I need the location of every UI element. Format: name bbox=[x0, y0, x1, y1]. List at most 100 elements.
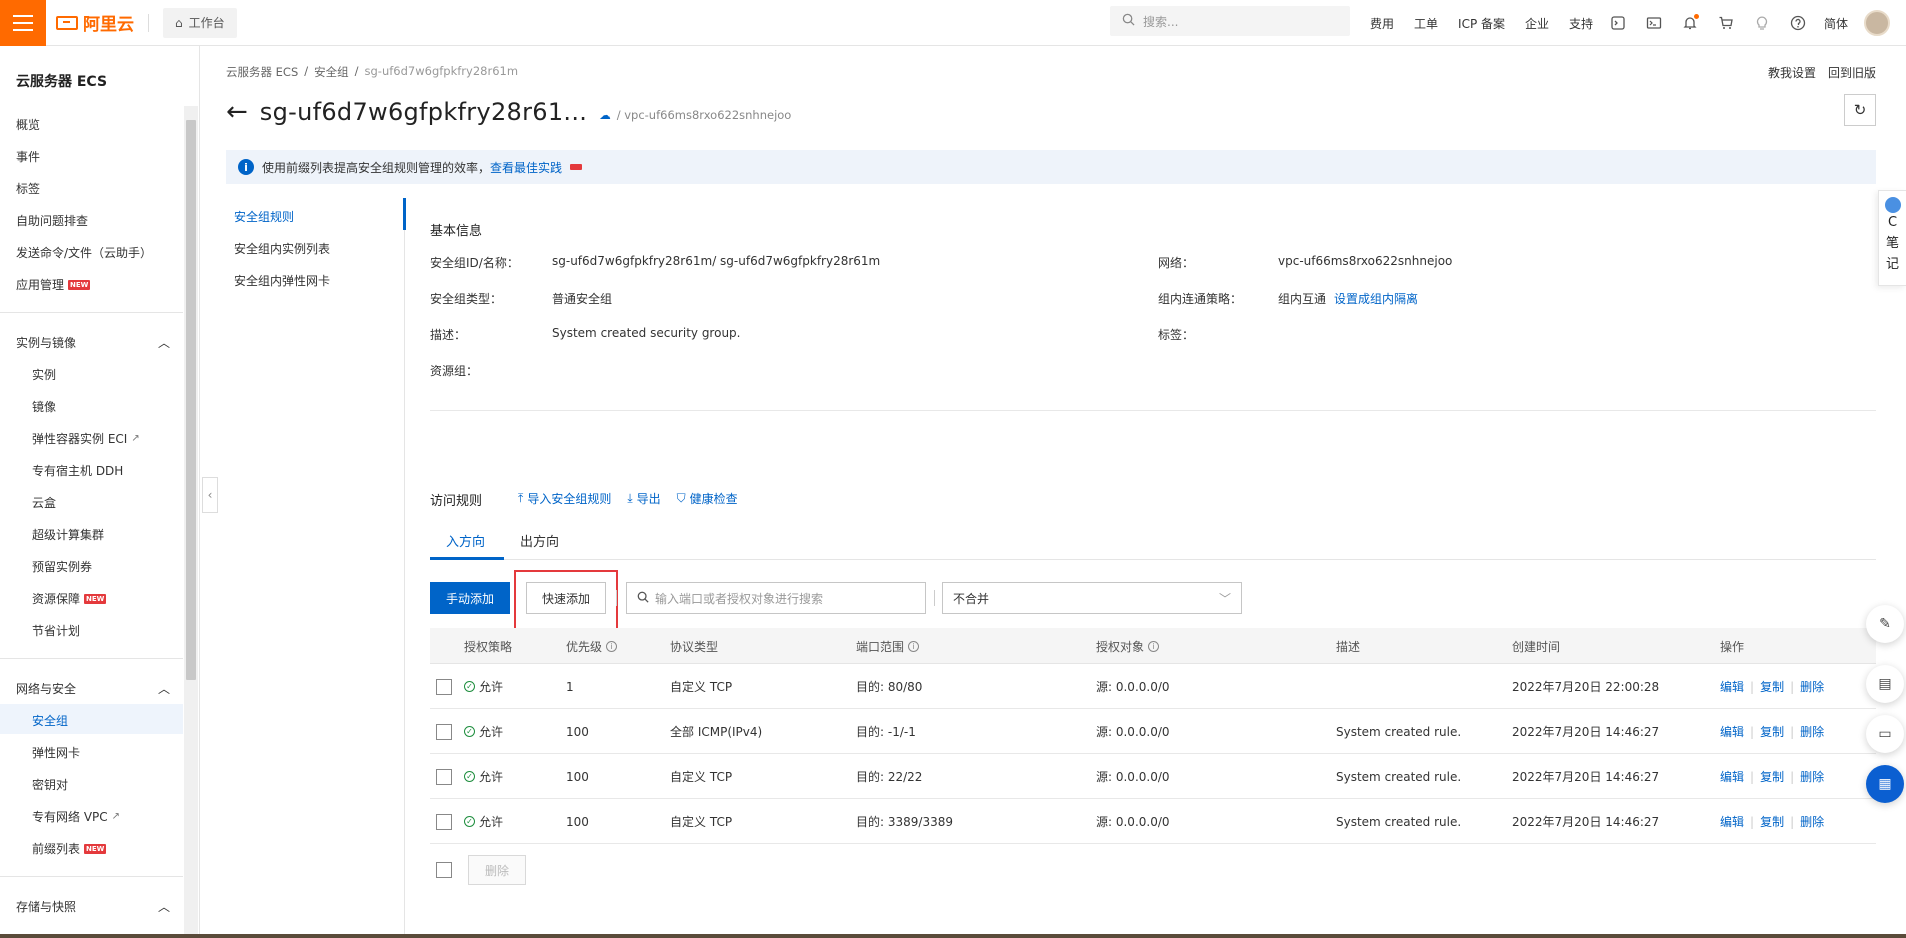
help-icon[interactable]: i bbox=[606, 640, 618, 652]
delete-link[interactable]: 删除 bbox=[1800, 768, 1824, 785]
inner-tab-instances[interactable]: 安全组内实例列表 bbox=[234, 240, 330, 257]
edit-link[interactable]: 编辑 bbox=[1720, 678, 1744, 695]
row-checkbox[interactable] bbox=[436, 768, 452, 785]
inner-tab-rules[interactable]: 安全组规则 bbox=[234, 208, 294, 225]
nav-item-events[interactable]: 事件 bbox=[16, 148, 40, 165]
logo-icon bbox=[56, 15, 78, 30]
nav-item-cloudbox[interactable]: 云盒 bbox=[32, 494, 56, 511]
nav-item-supercomputing[interactable]: 超级计算集群 bbox=[32, 526, 104, 543]
batch-delete-button[interactable]: 删除 bbox=[468, 855, 526, 885]
nav-item-troubleshoot[interactable]: 自助问题排查 bbox=[16, 212, 88, 229]
copy-link[interactable]: 复制 bbox=[1760, 813, 1784, 830]
copy-link[interactable]: 复制 bbox=[1760, 678, 1784, 695]
terminal-icon[interactable] bbox=[1608, 13, 1628, 33]
breadcrumb-ecs[interactable]: 云服务器 ECS bbox=[226, 64, 298, 80]
nav-scrollbar[interactable] bbox=[184, 106, 198, 936]
brand-logo[interactable]: 阿里云 bbox=[56, 10, 134, 35]
nav-item-keypair[interactable]: 密钥对 bbox=[32, 776, 68, 793]
nav-item-savings-plan[interactable]: 节省计划 bbox=[32, 622, 80, 639]
edit-link[interactable]: 编辑 bbox=[1720, 813, 1744, 830]
select-all-checkbox[interactable] bbox=[436, 862, 452, 878]
bulb-icon[interactable] bbox=[1752, 13, 1772, 33]
top-link-support[interactable]: 支持 bbox=[1569, 15, 1593, 32]
help-icon[interactable] bbox=[1788, 13, 1808, 33]
export-link[interactable]: ⤓ 导出 bbox=[627, 490, 660, 507]
copy-link[interactable]: 复制 bbox=[1760, 723, 1784, 740]
global-search[interactable]: 搜索... bbox=[1110, 6, 1350, 36]
nav-item-eni[interactable]: 弹性网卡 bbox=[32, 744, 80, 761]
cell-time: 2022年7月20日 14:46:27 bbox=[1512, 770, 1660, 784]
set-isolation-link[interactable]: 设置成组内隔离 bbox=[1334, 290, 1418, 307]
teach-me-link[interactable]: 教我设置 bbox=[1768, 64, 1816, 81]
top-link-ticket[interactable]: 工单 bbox=[1414, 15, 1438, 32]
scroll-thumb[interactable] bbox=[186, 120, 196, 680]
top-link-enterprise[interactable]: 企业 bbox=[1525, 15, 1549, 32]
policy-text: 允许 bbox=[479, 680, 504, 694]
nav-label: 节省计划 bbox=[32, 624, 81, 638]
nav-item-cloud-assistant[interactable]: 发送命令/文件（云助手） bbox=[16, 244, 152, 261]
language-switch[interactable]: 简体 bbox=[1824, 15, 1848, 32]
old-version-link[interactable]: 回到旧版 bbox=[1828, 64, 1876, 81]
help-icon[interactable]: i bbox=[1148, 640, 1160, 652]
refresh-button[interactable]: ↻ bbox=[1844, 94, 1876, 126]
delete-link[interactable]: 删除 bbox=[1800, 723, 1824, 740]
top-link-icp[interactable]: ICP 备案 bbox=[1458, 15, 1505, 32]
page-title: sg-uf6d7w6gfpkfry28r61... bbox=[259, 98, 588, 126]
avatar[interactable] bbox=[1864, 10, 1891, 36]
best-practice-link[interactable]: 查看最佳实践 bbox=[490, 159, 562, 176]
edit-float-button[interactable]: ✎ bbox=[1866, 605, 1904, 643]
nav-item-security-group[interactable]: 安全组 bbox=[32, 712, 68, 729]
edit-link[interactable]: 编辑 bbox=[1720, 768, 1744, 785]
nav-group-instances[interactable]: 实例与镜像 ︿ bbox=[16, 334, 170, 351]
copy-link[interactable]: 复制 bbox=[1760, 768, 1784, 785]
nav-item-overview[interactable]: 概览 bbox=[16, 116, 40, 133]
doc-float-button[interactable]: ▤ bbox=[1866, 665, 1904, 703]
top-link-fee[interactable]: 费用 bbox=[1370, 15, 1394, 32]
inner-tab-eni[interactable]: 安全组内弹性网卡 bbox=[234, 272, 330, 289]
nav-group-network[interactable]: 网络与安全 ︿ bbox=[16, 680, 170, 697]
chat-float-button[interactable]: ▭ bbox=[1866, 715, 1904, 753]
tab-outbound[interactable]: 出方向 bbox=[520, 520, 559, 560]
quick-add-button[interactable]: 快速添加 bbox=[526, 582, 606, 614]
nav-item-ddh[interactable]: 专有宿主机 DDH bbox=[32, 462, 123, 479]
nav-group-storage[interactable]: 存储与快照 ︿ bbox=[16, 898, 170, 915]
inner-nav-divider bbox=[404, 198, 405, 938]
rule-search-input[interactable]: 输入端口或者授权对象进行搜索 bbox=[626, 582, 926, 614]
nav-item-tags[interactable]: 标签 bbox=[16, 180, 40, 197]
grid-icon: ▦ bbox=[1878, 776, 1892, 792]
edit-link[interactable]: 编辑 bbox=[1720, 723, 1744, 740]
nav-item-reserved[interactable]: 预留实例券 bbox=[32, 558, 92, 575]
nav-item-image[interactable]: 镜像 bbox=[32, 398, 56, 415]
import-rules-link[interactable]: ⤒ 导入安全组规则 bbox=[518, 490, 611, 507]
manual-add-button[interactable]: 手动添加 bbox=[430, 582, 510, 614]
merge-select[interactable]: 不合并 ﹀ bbox=[942, 582, 1242, 614]
row-checkbox[interactable] bbox=[436, 813, 452, 830]
health-check-link[interactable]: ⛉ 健康检查 bbox=[677, 490, 738, 507]
delete-link[interactable]: 删除 bbox=[1800, 678, 1824, 695]
menu-icon[interactable] bbox=[0, 0, 46, 46]
row-checkbox[interactable] bbox=[436, 678, 452, 695]
nav-item-instance[interactable]: 实例 bbox=[32, 366, 56, 383]
row-checkbox[interactable] bbox=[436, 723, 452, 740]
nav-item-eci[interactable]: 弹性容器实例 ECI ↗ bbox=[32, 430, 140, 447]
tab-inbound[interactable]: 入方向 bbox=[446, 520, 485, 560]
breadcrumb-security-group[interactable]: 安全组 bbox=[314, 64, 349, 80]
collapse-nav-button[interactable]: ‹ bbox=[202, 477, 218, 513]
back-arrow-icon[interactable]: ← bbox=[226, 99, 248, 125]
delete-link[interactable]: 删除 bbox=[1800, 813, 1824, 830]
check-circle-icon: ✓ bbox=[464, 681, 475, 692]
bell-icon[interactable] bbox=[1680, 13, 1700, 33]
help-icon[interactable]: i bbox=[908, 640, 920, 652]
workbench-button[interactable]: ⌂ 工作台 bbox=[163, 7, 237, 38]
cart-icon[interactable] bbox=[1716, 13, 1736, 33]
cell-desc: System created rule. bbox=[1336, 769, 1462, 784]
new-badge: NEW bbox=[68, 279, 91, 290]
nav-item-app-management[interactable]: 应用管理 NEW bbox=[16, 276, 91, 293]
notes-widget[interactable]: C 笔 记 bbox=[1878, 190, 1906, 286]
apps-float-button[interactable]: ▦ bbox=[1866, 765, 1904, 803]
console-icon[interactable] bbox=[1644, 13, 1664, 33]
nav-item-resource-guarantee[interactable]: 资源保障 NEW bbox=[32, 590, 107, 607]
cell-policy: ✓ 允许 bbox=[464, 709, 503, 754]
nav-item-prefix-list[interactable]: 前缀列表 NEW bbox=[32, 840, 107, 857]
nav-item-vpc[interactable]: 专有网络 VPC ↗ bbox=[32, 808, 120, 825]
